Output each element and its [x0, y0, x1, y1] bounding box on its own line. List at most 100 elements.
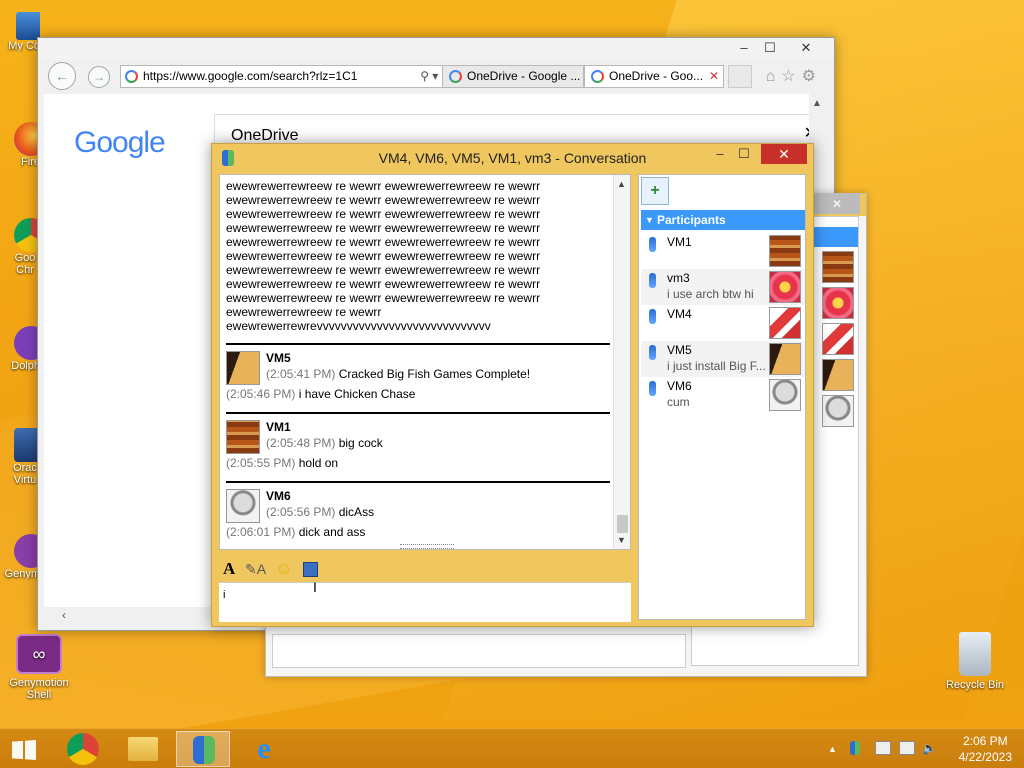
tray-messenger-icon[interactable]: [850, 741, 860, 755]
avatar: [822, 395, 854, 427]
folder-icon: [128, 737, 158, 761]
chat-scrollbar[interactable]: ▲ ▼: [613, 175, 630, 549]
taskbar-file-explorer[interactable]: [116, 731, 170, 767]
desktop-icon-genymotion-shell[interactable]: ∞ Genymotion Shell: [4, 634, 74, 701]
font-color-icon[interactable]: ✎A: [245, 561, 266, 578]
participant-name: VM4: [667, 307, 692, 321]
minimize-button[interactable]: –: [730, 38, 758, 58]
message-text: dick and ass: [298, 525, 366, 539]
desktop-icon-dolphin[interactable]: Dolph: [0, 326, 40, 372]
start-button[interactable]: [0, 731, 48, 767]
user-icon: [649, 381, 656, 396]
desktop-icon-label: Genym: [4, 568, 40, 580]
message-line: (2:05:56 PM) dicAss: [266, 505, 374, 519]
chat-history[interactable]: ewewrewerrewreew re wewrr ewewrewerrewre…: [219, 174, 631, 550]
forward-button[interactable]: →: [88, 66, 110, 88]
message-input[interactable]: i: [219, 582, 631, 622]
conversation-window[interactable]: VM4, VM6, VM5, VM1, vm3 - Conversation –…: [211, 143, 814, 627]
message-sender: VM6: [266, 489, 291, 503]
spam-line: ewewrewerrewreew re wewrr ewewrewerrewre…: [226, 249, 541, 263]
emoticon-icon[interactable]: ☺: [275, 559, 292, 579]
participant-vm4[interactable]: VM4: [641, 305, 805, 341]
participant-vm5[interactable]: VM5 i just install Big F...: [641, 341, 805, 377]
maximize-button[interactable]: ☐: [731, 144, 757, 164]
spam-line: ewewrewerrewreew re wewrr ewewrewerrewre…: [226, 277, 541, 291]
participant-vm3[interactable]: vm3 i use arch btw hi: [641, 269, 805, 305]
address-text: https://www.google.com/search?rlz=1C1: [143, 69, 358, 83]
message-timestamp: (2:06:01 PM): [226, 525, 296, 539]
taskbar-internet-explorer[interactable]: e: [236, 731, 290, 767]
font-icon[interactable]: A: [223, 559, 235, 579]
taskbar-messenger[interactable]: [176, 731, 230, 767]
avatar: [769, 379, 801, 411]
message-group: VM1 (2:05:48 PM) big cock (2:05:55 PM) h…: [226, 412, 610, 478]
scroll-thumb[interactable]: [617, 515, 628, 533]
spam-line: ewewrewerrewreew re wewrr ewewrewerrewre…: [226, 193, 541, 207]
desktop-icon-virtualbox[interactable]: Orac Virtu: [0, 428, 40, 486]
desktop-icon-genymotion[interactable]: Genym: [0, 534, 40, 580]
taskbar-clock[interactable]: 2:06 PM 4/22/2023: [959, 733, 1012, 765]
google-favicon-icon: [449, 70, 462, 83]
browser-toolbar-icons[interactable]: ⌂☆⚙: [766, 66, 822, 86]
message-sender: VM5: [266, 351, 291, 365]
desktop-icon-label: Dolph: [11, 360, 40, 372]
tab-close-icon[interactable]: ✕: [709, 66, 719, 87]
scroll-up-icon[interactable]: ▲: [617, 179, 626, 189]
message-group: VM5 (2:05:41 PM) Cracked Big Fish Games …: [226, 343, 610, 409]
back-button[interactable]: ←: [48, 62, 76, 90]
message-text: hold on: [298, 456, 339, 470]
background-close-button[interactable]: ✕: [814, 194, 860, 214]
participant-name: VM5: [667, 343, 692, 357]
message-text: Cracked Big Fish Games Complete!: [338, 367, 531, 381]
tab-label: OneDrive - Goo...: [609, 69, 704, 83]
message-text: dicAss: [338, 505, 375, 519]
taskbar-chrome[interactable]: [56, 731, 110, 767]
minimize-button[interactable]: –: [707, 144, 733, 164]
scroll-left-icon[interactable]: ‹: [62, 608, 66, 622]
tray-volume-icon[interactable]: 🔈: [922, 741, 937, 755]
tab-onedrive-1[interactable]: OneDrive - Google ...: [442, 65, 584, 88]
tray-network-icon[interactable]: [899, 741, 915, 755]
user-icon: [649, 273, 656, 288]
participant-status: cum: [667, 395, 690, 409]
scroll-down-icon[interactable]: ▼: [617, 535, 626, 545]
tab-onedrive-2[interactable]: OneDrive - Goo... ✕: [584, 65, 724, 88]
message-timestamp: (2:05:46 PM): [226, 387, 296, 401]
spam-line: ewewrewerrewreew re wewrr ewewrewerrewre…: [226, 235, 541, 249]
user-icon: [649, 309, 656, 324]
avatar: [769, 307, 801, 339]
tray-flag-icon[interactable]: [875, 741, 891, 755]
desktop-icon-chrome[interactable]: Goo Chr: [0, 218, 40, 276]
google-logo: Google: [74, 126, 166, 160]
spam-line: ewewrewerrewreew re wewrr ewewrewerrewre…: [226, 263, 541, 277]
scroll-up-icon[interactable]: ▲: [812, 98, 822, 109]
avatar: [769, 343, 801, 375]
google-favicon-icon: [591, 70, 604, 83]
google-favicon-icon: [125, 70, 138, 83]
desktop-icon-my-computer[interactable]: My Co: [0, 12, 40, 52]
close-button[interactable]: ✕: [761, 144, 807, 164]
resize-grip[interactable]: [400, 544, 454, 549]
taskbar: e ▲ 🔈 2:06 PM 4/22/2023: [0, 728, 1024, 768]
message-timestamp: (2:05:55 PM): [226, 456, 296, 470]
new-tab-button[interactable]: [728, 65, 752, 88]
save-icon[interactable]: [303, 562, 318, 577]
desktop-icon-recycle-bin[interactable]: Recycle Bin: [940, 632, 1010, 691]
browser-titlebar[interactable]: – ☐ ✕: [38, 38, 834, 60]
show-hidden-icons[interactable]: ▲: [828, 744, 837, 754]
maximize-button[interactable]: ☐: [756, 38, 784, 58]
message-line: (2:05:46 PM) i have Chicken Chase: [226, 387, 415, 401]
background-input[interactable]: [272, 634, 686, 668]
spam-line: ewewrewerrewreew re wewrr ewewrewerrewre…: [226, 207, 541, 221]
address-bar[interactable]: https://www.google.com/search?rlz=1C1 ⚲ …: [120, 65, 475, 88]
participant-vm1[interactable]: VM1: [641, 233, 805, 269]
clock-time: 2:06 PM: [962, 734, 1008, 748]
close-button[interactable]: ✕: [786, 38, 826, 58]
avatar: [226, 420, 260, 454]
add-participant-button[interactable]: +: [641, 177, 669, 205]
message-timestamp: (2:05:56 PM): [266, 505, 336, 519]
participant-vm6[interactable]: VM6 cum: [641, 377, 805, 413]
desktop-icon-firefox[interactable]: Fire: [0, 122, 40, 168]
participants-header[interactable]: ▼ Participants: [641, 210, 805, 230]
spam-line: ewewrewerrewreew re wewrr ewewrewerrewre…: [226, 179, 541, 193]
